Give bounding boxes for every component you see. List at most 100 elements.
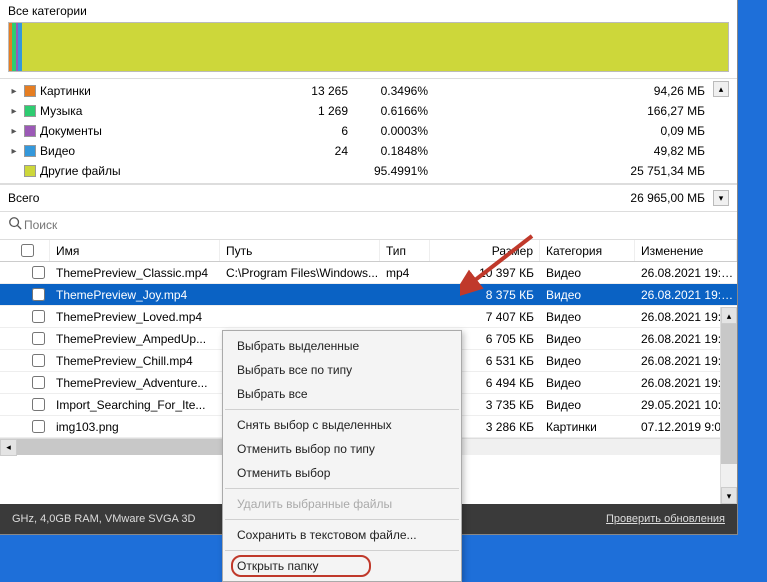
search-input[interactable] — [24, 218, 224, 232]
category-row[interactable]: ▸Музыка1 2690.6166%166,27 МБ — [8, 101, 729, 121]
expand-arrow-icon[interactable]: ▸ — [8, 86, 20, 97]
total-row: Всего 26 965,00 МБ ▾ — [0, 184, 737, 212]
cell-category: Видео — [540, 310, 635, 324]
category-row[interactable]: ▸ Документы 60.0003%0,09 МБ — [8, 121, 729, 141]
total-label: Всего — [8, 191, 630, 205]
search-icon — [8, 216, 22, 233]
table-row[interactable]: ThemePreview_Loved.mp47 407 КБВидео26.08… — [0, 306, 737, 328]
header-size[interactable]: Размер — [430, 240, 540, 261]
cell-category: Картинки — [540, 420, 635, 434]
vertical-scrollbar[interactable]: ▴ ▾ — [720, 307, 737, 504]
category-percent: 0.0003% — [348, 124, 428, 138]
category-bar-segment — [22, 23, 728, 71]
expand-arrow-icon[interactable]: ▸ — [8, 106, 20, 117]
vscroll-up-button[interactable]: ▴ — [721, 307, 737, 324]
cell-name: img103.png — [50, 420, 220, 434]
category-count: 13 265 — [288, 84, 348, 98]
cell-name: ThemePreview_Chill.mp4 — [50, 354, 220, 368]
tree-scroll-up-button[interactable]: ▴ — [713, 81, 729, 97]
header-category[interactable]: Категория — [540, 240, 635, 261]
cell-name: ThemePreview_AmpedUp... — [50, 332, 220, 346]
ctx-select-all-by-type[interactable]: Выбрать все по типу — [223, 358, 461, 382]
row-select-mark — [12, 288, 32, 301]
cell-type: mp4 — [380, 266, 430, 280]
category-row[interactable]: Другие файлы 95.4991%25 751,34 МБ — [8, 161, 729, 181]
categories-title: Все категории — [0, 0, 737, 20]
table-row[interactable]: ThemePreview_Joy.mp48 375 КБВидео26.08.2… — [0, 284, 737, 306]
row-checkbox[interactable] — [32, 376, 45, 389]
cell-size: 8 375 КБ — [430, 288, 540, 302]
cell-category: Видео — [540, 354, 635, 368]
check-updates-link[interactable]: Проверить обновления — [606, 513, 725, 525]
row-checkbox[interactable] — [32, 310, 45, 323]
ctx-select-all[interactable]: Выбрать все — [223, 382, 461, 406]
cell-size: 7 407 КБ — [430, 310, 540, 324]
cell-category: Видео — [540, 332, 635, 346]
category-size: 0,09 МБ — [428, 124, 729, 138]
status-hardware: GHz, 4,0GB RAM, VMware SVGA 3D — [12, 513, 195, 525]
ctx-open-folder[interactable]: Открыть папку — [223, 554, 461, 578]
category-size: 25 751,34 МБ — [428, 164, 729, 178]
ctx-cancel-selection[interactable]: Отменить выбор — [223, 461, 461, 485]
row-checkbox[interactable] — [32, 420, 45, 433]
category-swatch — [24, 125, 36, 137]
category-count: 6 — [288, 124, 348, 138]
header-type[interactable]: Тип — [380, 240, 430, 261]
row-checkbox[interactable] — [32, 288, 45, 301]
category-name: Документы — [40, 124, 102, 138]
category-swatch — [24, 105, 36, 117]
vscroll-down-button[interactable]: ▾ — [721, 487, 737, 504]
search-row — [0, 212, 737, 239]
total-scroll-down-button[interactable]: ▾ — [713, 190, 729, 206]
ctx-cancel-by-type[interactable]: Отменить выбор по типу — [223, 437, 461, 461]
cell-name: ThemePreview_Joy.mp4 — [50, 288, 220, 302]
category-row[interactable]: ▸Картинки13 2650.3496%94,26 МБ — [8, 81, 729, 101]
category-tree: ▴ ▸Картинки13 2650.3496%94,26 МБ▸Музыка1… — [0, 78, 737, 184]
cell-size: 10 397 КБ — [430, 266, 540, 280]
table-row[interactable]: ThemePreview_Classic.mp4C:\Program Files… — [0, 262, 737, 284]
context-menu: Выбрать выделенные Выбрать все по типу В… — [222, 330, 462, 582]
category-percent: 0.6166% — [348, 104, 428, 118]
category-size: 49,82 МБ — [428, 144, 729, 158]
ctx-select-highlighted[interactable]: Выбрать выделенные — [223, 334, 461, 358]
header-name[interactable]: Имя — [50, 240, 220, 261]
category-row[interactable]: ▸ Видео 240.1848%49,82 МБ — [8, 141, 729, 161]
category-size: 94,26 МБ — [428, 84, 729, 98]
ctx-separator — [225, 488, 459, 489]
ctx-save-text[interactable]: Сохранить в текстовом файле... — [223, 523, 461, 547]
cell-category: Видео — [540, 398, 635, 412]
cell-name: ThemePreview_Loved.mp4 — [50, 310, 220, 324]
category-name: Музыка — [40, 104, 82, 118]
header-modified[interactable]: Изменение — [635, 240, 737, 261]
cell-name: ThemePreview_Adventure... — [50, 376, 220, 390]
ctx-deselect-highlighted[interactable]: Снять выбор с выделенных — [223, 413, 461, 437]
ctx-separator — [225, 409, 459, 410]
cell-name: ThemePreview_Classic.mp4 — [50, 266, 220, 280]
hscroll-left-button[interactable]: ◂ — [0, 439, 17, 456]
category-percent: 95.4991% — [348, 164, 428, 178]
cell-name: Import_Searching_For_Ite... — [50, 398, 220, 412]
row-checkbox[interactable] — [32, 398, 45, 411]
cell-category: Видео — [540, 266, 635, 280]
cell-path: C:\Program Files\Windows... — [220, 266, 380, 280]
row-checkbox[interactable] — [32, 266, 45, 279]
expand-arrow-icon[interactable]: ▸ — [8, 126, 20, 137]
category-swatch — [24, 85, 36, 97]
row-checkbox[interactable] — [32, 332, 45, 345]
row-checkbox[interactable] — [32, 354, 45, 367]
category-name: Другие файлы — [40, 164, 121, 178]
header-checkbox[interactable] — [0, 240, 50, 261]
category-name: Видео — [40, 144, 75, 158]
category-swatch — [24, 145, 36, 157]
ctx-separator — [225, 519, 459, 520]
cell-category: Видео — [540, 288, 635, 302]
category-count: 24 — [288, 144, 348, 158]
vscroll-thumb[interactable] — [721, 324, 737, 464]
category-count: 1 269 — [288, 104, 348, 118]
category-percent: 0.1848% — [348, 144, 428, 158]
expand-arrow-icon[interactable]: ▸ — [8, 146, 20, 157]
category-percent: 0.3496% — [348, 84, 428, 98]
categories-bar — [8, 22, 729, 72]
header-path[interactable]: Путь — [220, 240, 380, 261]
cell-date: 26.08.2021 19:11:42 — [635, 266, 737, 280]
